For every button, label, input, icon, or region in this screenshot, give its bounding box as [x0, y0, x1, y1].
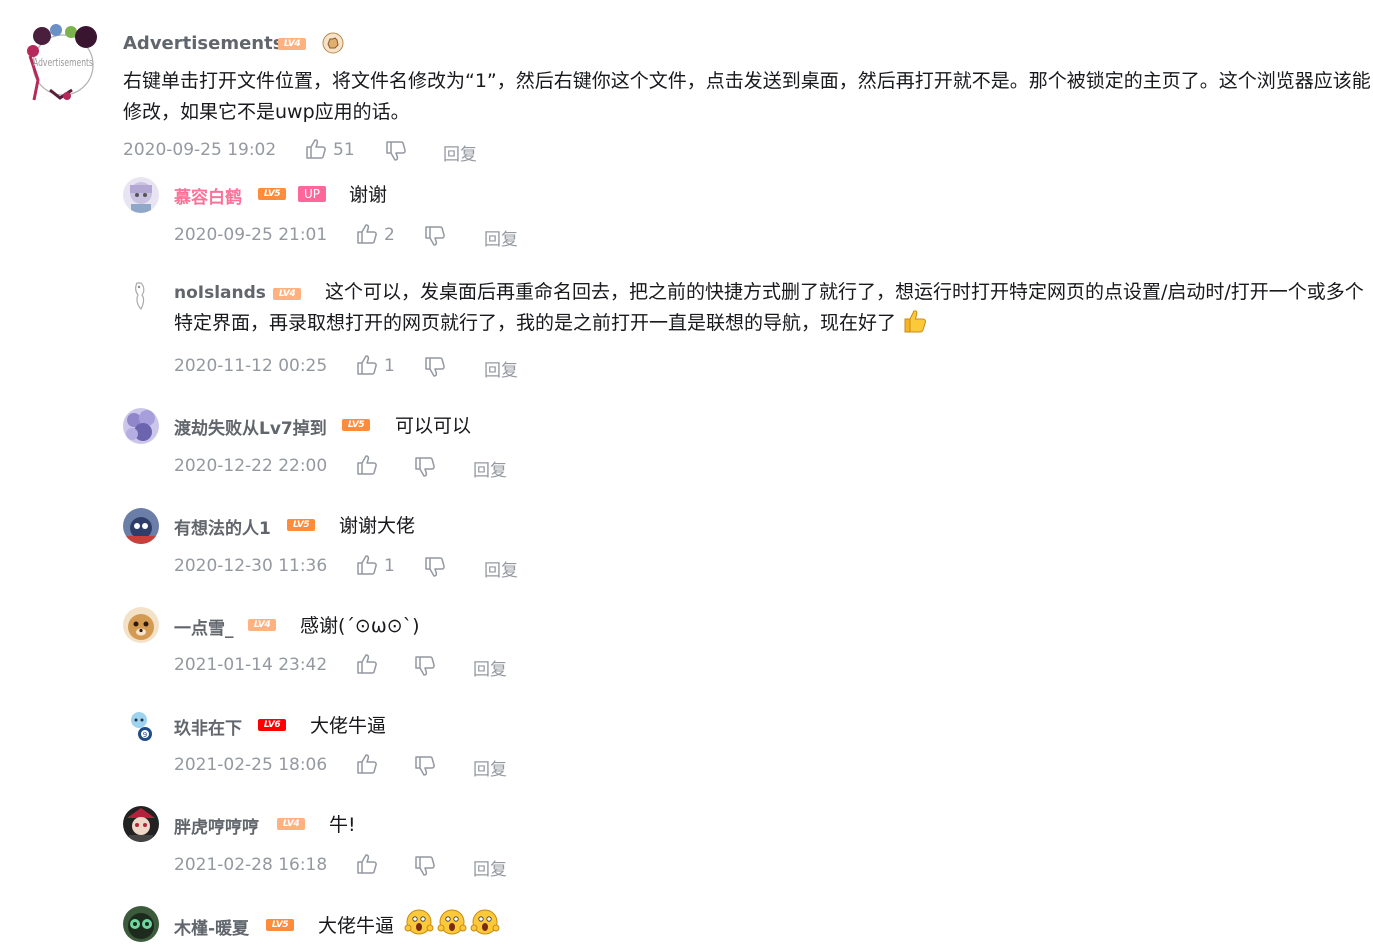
reply-button[interactable]: 回复 [473, 456, 507, 481]
avatar-label: Advertisements [33, 56, 93, 69]
reply-button[interactable]: 回复 [484, 556, 518, 581]
level-badge: LV4 [248, 619, 276, 631]
dislike-button[interactable] [424, 225, 446, 251]
avatar[interactable] [123, 508, 159, 544]
reply-time: 2020-12-22 22:00 [174, 456, 328, 476]
username[interactable]: Advertisements [123, 33, 283, 54]
dislike-button[interactable] [414, 855, 436, 881]
thumbs-up-icon [357, 854, 377, 874]
reply-text: 大佬牛逼 [318, 915, 395, 937]
shocked-face-emoji-icon [470, 906, 500, 940]
reply-time: 2020-11-12 00:25 [174, 356, 328, 376]
reply-button[interactable]: 回复 [443, 140, 477, 165]
like-button[interactable] [356, 354, 378, 380]
thumbs-up-icon [357, 555, 377, 575]
reply-text: 可以可以 [395, 415, 472, 437]
dislike-button[interactable] [414, 755, 436, 781]
reply-time: 2021-02-25 18:06 [174, 755, 328, 775]
shocked-face-emoji-icon [437, 906, 467, 940]
level-badge: LV5 [287, 519, 315, 531]
avatar[interactable] [123, 408, 159, 444]
username[interactable]: 木槿-暖夏 [174, 914, 249, 939]
thumbs-up-icon [306, 139, 326, 159]
thumbs-down-icon [425, 357, 445, 377]
thumbs-down-icon [425, 557, 445, 577]
svg-text:9: 9 [143, 731, 147, 739]
like-button[interactable] [356, 653, 378, 679]
thumbs-down-icon [415, 656, 435, 676]
level-badge: LV4 [277, 818, 305, 830]
thumbs-down-icon [425, 226, 445, 246]
dislike-button[interactable] [385, 140, 407, 166]
thumbs-up-icon [357, 455, 377, 475]
avatar[interactable] [123, 906, 159, 942]
avatar[interactable]: 9 [123, 707, 159, 743]
like-button[interactable] [305, 138, 327, 164]
reply-time: 2021-02-28 16:18 [174, 855, 328, 875]
level-badge: LV5 [342, 419, 370, 431]
dislike-button[interactable] [424, 356, 446, 382]
shocked-face-emoji-icon [404, 906, 434, 940]
avatar[interactable] [123, 177, 159, 213]
level-badge: LV6 [258, 719, 286, 731]
reply-time: 2020-12-30 11:36 [174, 556, 328, 576]
like-button[interactable] [356, 223, 378, 249]
like-button[interactable] [356, 554, 378, 580]
avatar[interactable] [123, 607, 159, 643]
like-button[interactable] [356, 454, 378, 480]
thumbs-up-icon [357, 754, 377, 774]
reply-text: 谢谢大佬 [339, 515, 416, 537]
avatar[interactable] [123, 806, 159, 842]
like-count: 51 [333, 140, 355, 160]
reply-time: 2021-01-14 23:42 [174, 655, 328, 675]
thumbs-down-icon [386, 141, 406, 161]
reply-button[interactable]: 回复 [484, 225, 518, 250]
reply-button[interactable]: 回复 [473, 655, 507, 680]
username[interactable]: 渡劫失败从Lv7掉到 [174, 414, 327, 439]
up-tag: UP [298, 186, 326, 202]
fist-badge-icon [322, 32, 344, 58]
like-count: 2 [384, 225, 395, 245]
like-count: 1 [384, 556, 395, 576]
comment-time: 2020-09-25 19:02 [123, 140, 277, 160]
username[interactable]: 胖虎哼哼哼 [174, 813, 259, 838]
reply-text: 牛! [329, 814, 356, 836]
level-badge: LV5 [258, 188, 286, 200]
reply-text: 感谢(´⊙ω⊙`) [300, 615, 420, 637]
like-count: 1 [384, 356, 395, 376]
username[interactable]: 玖非在下 [174, 714, 242, 739]
dislike-button[interactable] [424, 556, 446, 582]
reply-button[interactable]: 回复 [473, 755, 507, 780]
thumbs-down-icon [415, 756, 435, 776]
username[interactable]: 有想法的人1 [174, 514, 271, 539]
avatar[interactable]: Advertisements [20, 20, 106, 106]
dislike-button[interactable] [414, 456, 436, 482]
username[interactable]: 慕容白鹤 [174, 183, 242, 208]
reply-time: 2020-09-25 21:01 [174, 225, 328, 245]
thumbs-up-icon [357, 654, 377, 674]
reply-button[interactable]: 回复 [484, 356, 518, 381]
thumbs-up-icon [357, 355, 377, 375]
level-badge: LV5 [266, 919, 294, 931]
like-button[interactable] [356, 753, 378, 779]
reply-button[interactable]: 回复 [473, 855, 507, 880]
thumbs-down-icon [415, 457, 435, 477]
like-button[interactable] [356, 853, 378, 879]
thumbs-up-emoji-icon [904, 310, 927, 333]
reply-text: 这个可以，发桌面后再重命名回去，把之前的快捷方式删了就行了，想运行时打开特定网页… [174, 281, 1364, 334]
thumbs-up-icon [357, 224, 377, 244]
username[interactable]: 一点雪_ [174, 614, 234, 639]
reply-text: 大佬牛逼 [310, 715, 387, 737]
comment-text: 右键单击打开文件位置，将文件名修改为“1”，然后右键你这个文件，点击发送到桌面，… [123, 70, 1371, 123]
thumbs-down-icon [415, 856, 435, 876]
avatar[interactable] [123, 277, 159, 313]
reply-text: 谢谢 [349, 184, 388, 206]
dislike-button[interactable] [414, 655, 436, 681]
root-comment: Advertisements Advertisements LV4 右键单击打开… [0, 0, 1373, 170]
level-badge: LV4 [278, 38, 306, 50]
